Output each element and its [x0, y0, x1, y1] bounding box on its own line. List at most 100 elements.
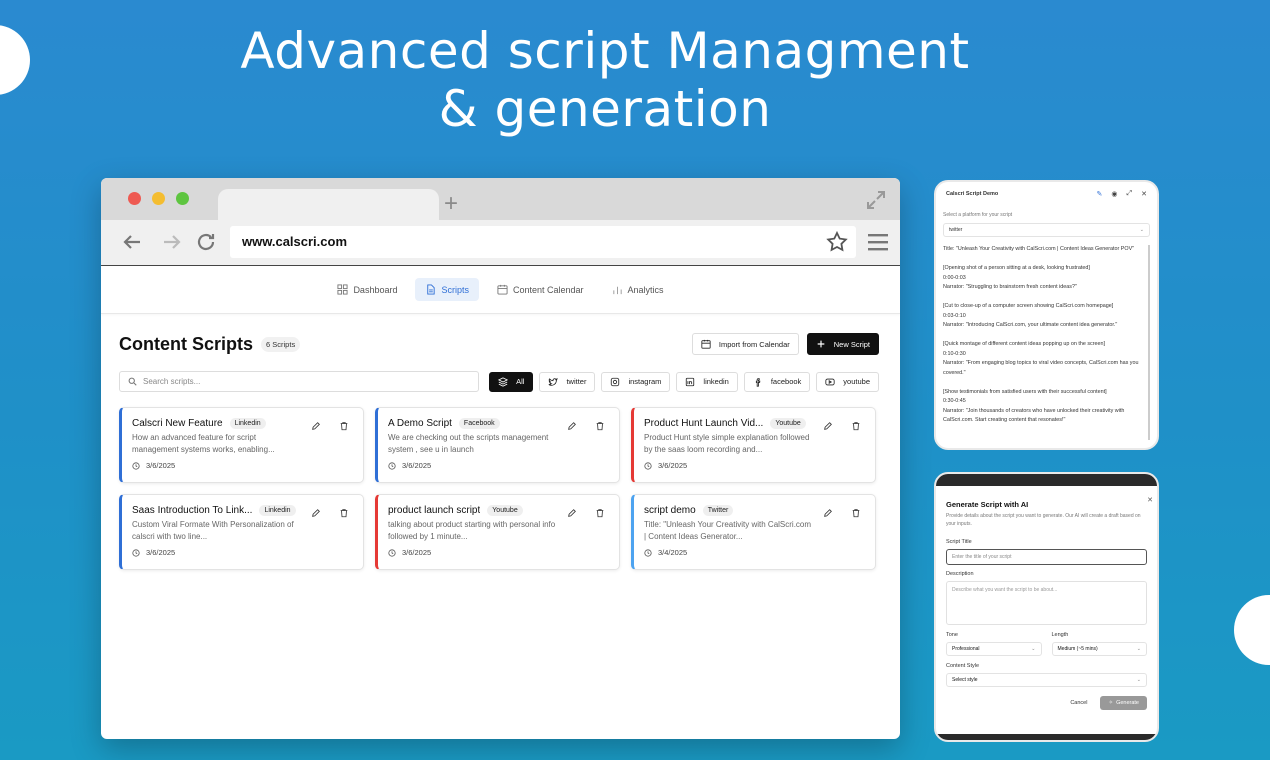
- search-input[interactable]: Search scripts...: [119, 371, 480, 392]
- script-card[interactable]: Calscri New Feature Linkedin How an advanc…: [119, 407, 364, 483]
- filter-chip-all[interactable]: All: [489, 371, 534, 392]
- filter-chip-instagram[interactable]: instagram: [601, 371, 671, 392]
- cancel-button[interactable]: Cancel: [1065, 697, 1092, 709]
- back-arrow-icon[interactable]: [120, 230, 144, 254]
- chevron-down-icon: ⌄: [1136, 677, 1141, 683]
- filter-chip-label: linkedin: [703, 377, 729, 386]
- script-card-title: script demo: [644, 505, 696, 516]
- edit-icon[interactable]: ✎: [1097, 190, 1103, 198]
- script-line: [Cut to close-up of a computer screen sh…: [943, 303, 1114, 309]
- trash-icon[interactable]: [851, 508, 861, 518]
- edit-icon[interactable]: [823, 421, 833, 431]
- reload-icon[interactable]: [194, 230, 218, 254]
- script-card[interactable]: A Demo Script Facebook We are checking out…: [375, 407, 620, 483]
- script-card-title: Saas Introduction To Link...: [132, 505, 253, 516]
- expand-icon[interactable]: [864, 188, 888, 212]
- minimize-window-dot[interactable]: [152, 192, 165, 205]
- length-select[interactable]: Medium (~5 mins) ⌄: [1051, 642, 1147, 656]
- hero-heading: Advanced script Managment & generation: [0, 22, 1210, 138]
- script-card[interactable]: product launch script Youtube talking abou…: [375, 494, 620, 570]
- maximize-window-dot[interactable]: [176, 192, 189, 205]
- filter-chip-facebook[interactable]: facebook: [743, 371, 811, 392]
- filter-chip-linkedin[interactable]: linkedin: [676, 371, 738, 392]
- import-label: Import from Calendar: [718, 339, 790, 349]
- script-text-area[interactable]: Title: "Unleash Your Creativity with Cal…: [943, 245, 1150, 440]
- clock-icon: [388, 548, 396, 557]
- new-script-button[interactable]: New Script: [806, 333, 879, 355]
- content-style-label: Content Style: [946, 663, 980, 669]
- expand-icon[interactable]: ⤢: [1127, 190, 1133, 198]
- script-title-label: Script Title: [946, 539, 972, 545]
- script-line: [943, 293, 1144, 303]
- search-placeholder: Search scripts...: [143, 377, 201, 386]
- filter-chip-twitter[interactable]: twitter: [539, 371, 596, 392]
- close-icon[interactable]: ✕: [1141, 190, 1147, 198]
- edit-icon[interactable]: [567, 508, 577, 518]
- edit-icon[interactable]: [567, 421, 577, 431]
- nav-content-calendar[interactable]: Content Calendar: [487, 278, 594, 301]
- browser-tab-bar: +: [101, 178, 900, 220]
- new-tab-icon[interactable]: +: [444, 190, 458, 218]
- script-demo-panel: Calscri Script Demo ✎ ◉ ⤢ ✕ Select a pla…: [934, 180, 1159, 450]
- script-card-description: Custom Viral Formate With Personalizatio…: [132, 520, 294, 541]
- linkedin-icon: [686, 377, 695, 386]
- script-card-description: Product Hunt style simple explanation fo…: [644, 433, 810, 454]
- script-card-title: Product Hunt Launch Vid...: [644, 418, 764, 429]
- script-card[interactable]: script demo Twitter Title: "Unleash Your C…: [631, 494, 876, 570]
- edit-icon[interactable]: [311, 508, 321, 518]
- address-bar: www.calscri.com: [101, 220, 900, 266]
- import-from-calendar-button[interactable]: Import from Calendar: [691, 333, 799, 355]
- script-line: Narrator: "Struggling to brainstorm fres…: [943, 284, 1077, 290]
- eye-icon[interactable]: ◉: [1111, 190, 1117, 198]
- new-script-label: New Script: [833, 339, 870, 349]
- script-title-input[interactable]: Enter the title of your script: [946, 549, 1147, 565]
- content-style-select[interactable]: Select style ⌄: [946, 673, 1147, 687]
- youtube-icon: [825, 378, 835, 385]
- nav-analytics[interactable]: Analytics: [602, 278, 674, 301]
- script-line: [943, 255, 1144, 265]
- menu-icon[interactable]: [868, 233, 888, 251]
- close-window-dot[interactable]: [128, 192, 141, 205]
- app-navigation: Dashboard Scripts Content Calendar Analy…: [101, 266, 900, 314]
- script-line: 0:10-0:30: [943, 350, 966, 357]
- trash-icon[interactable]: [339, 508, 349, 518]
- trash-icon[interactable]: [595, 508, 605, 518]
- script-card-date: 3/4/2025: [658, 548, 688, 557]
- facebook-icon: [755, 377, 761, 387]
- nav-dashboard[interactable]: Dashboard: [327, 278, 407, 301]
- sparkle-icon: ✧: [1108, 700, 1114, 706]
- clock-icon: [132, 461, 140, 470]
- trash-icon[interactable]: [851, 421, 861, 431]
- nav-scripts[interactable]: Scripts: [415, 278, 479, 301]
- script-line: [943, 331, 1144, 341]
- script-line: 0:00-0:03: [943, 274, 966, 281]
- filter-chip-youtube[interactable]: youtube: [816, 371, 879, 392]
- bookmark-star-icon[interactable]: [825, 230, 849, 254]
- generate-button[interactable]: ✧ Generate: [1100, 696, 1147, 710]
- nav-dashboard-label: Dashboard: [353, 284, 398, 295]
- edit-icon[interactable]: [311, 421, 321, 431]
- url-field[interactable]: www.calscri.com: [230, 226, 856, 258]
- script-cards-grid: Calscri New Feature Linkedin How an advanc…: [119, 407, 879, 570]
- close-icon[interactable]: ✕: [1147, 496, 1153, 504]
- tone-select[interactable]: Professional ⌄: [946, 642, 1042, 656]
- trash-icon[interactable]: [595, 421, 605, 431]
- description-textarea[interactable]: Describe what you want the script to be …: [946, 581, 1147, 625]
- script-card[interactable]: Product Hunt Launch Vid... Youtube Product…: [631, 407, 876, 483]
- instagram-icon: [611, 377, 620, 386]
- script-card-title: Calscri New Feature: [132, 418, 223, 429]
- script-line: Narrator: "Join thousands of creators wh…: [943, 407, 1125, 424]
- edit-icon[interactable]: [823, 508, 833, 518]
- platform-select[interactable]: twitter ⌄: [943, 223, 1150, 237]
- nav-scripts-label: Scripts: [441, 284, 469, 295]
- browser-tab[interactable]: [218, 189, 439, 220]
- demo-panel-title: Calscri Script Demo: [946, 191, 999, 197]
- script-line: Title: "Unleash Your Creativity with Cal…: [943, 246, 1135, 252]
- trash-icon[interactable]: [339, 421, 349, 431]
- forward-arrow-icon[interactable]: [160, 230, 184, 254]
- hero-line-1: Advanced script Managment: [240, 22, 970, 80]
- platform-badge: Youtube: [770, 418, 806, 429]
- script-card[interactable]: Saas Introduction To Link... Linkedin Cust…: [119, 494, 364, 570]
- chevron-down-icon: ⌄: [1139, 227, 1144, 233]
- script-card-date: 3/6/2025: [402, 461, 432, 470]
